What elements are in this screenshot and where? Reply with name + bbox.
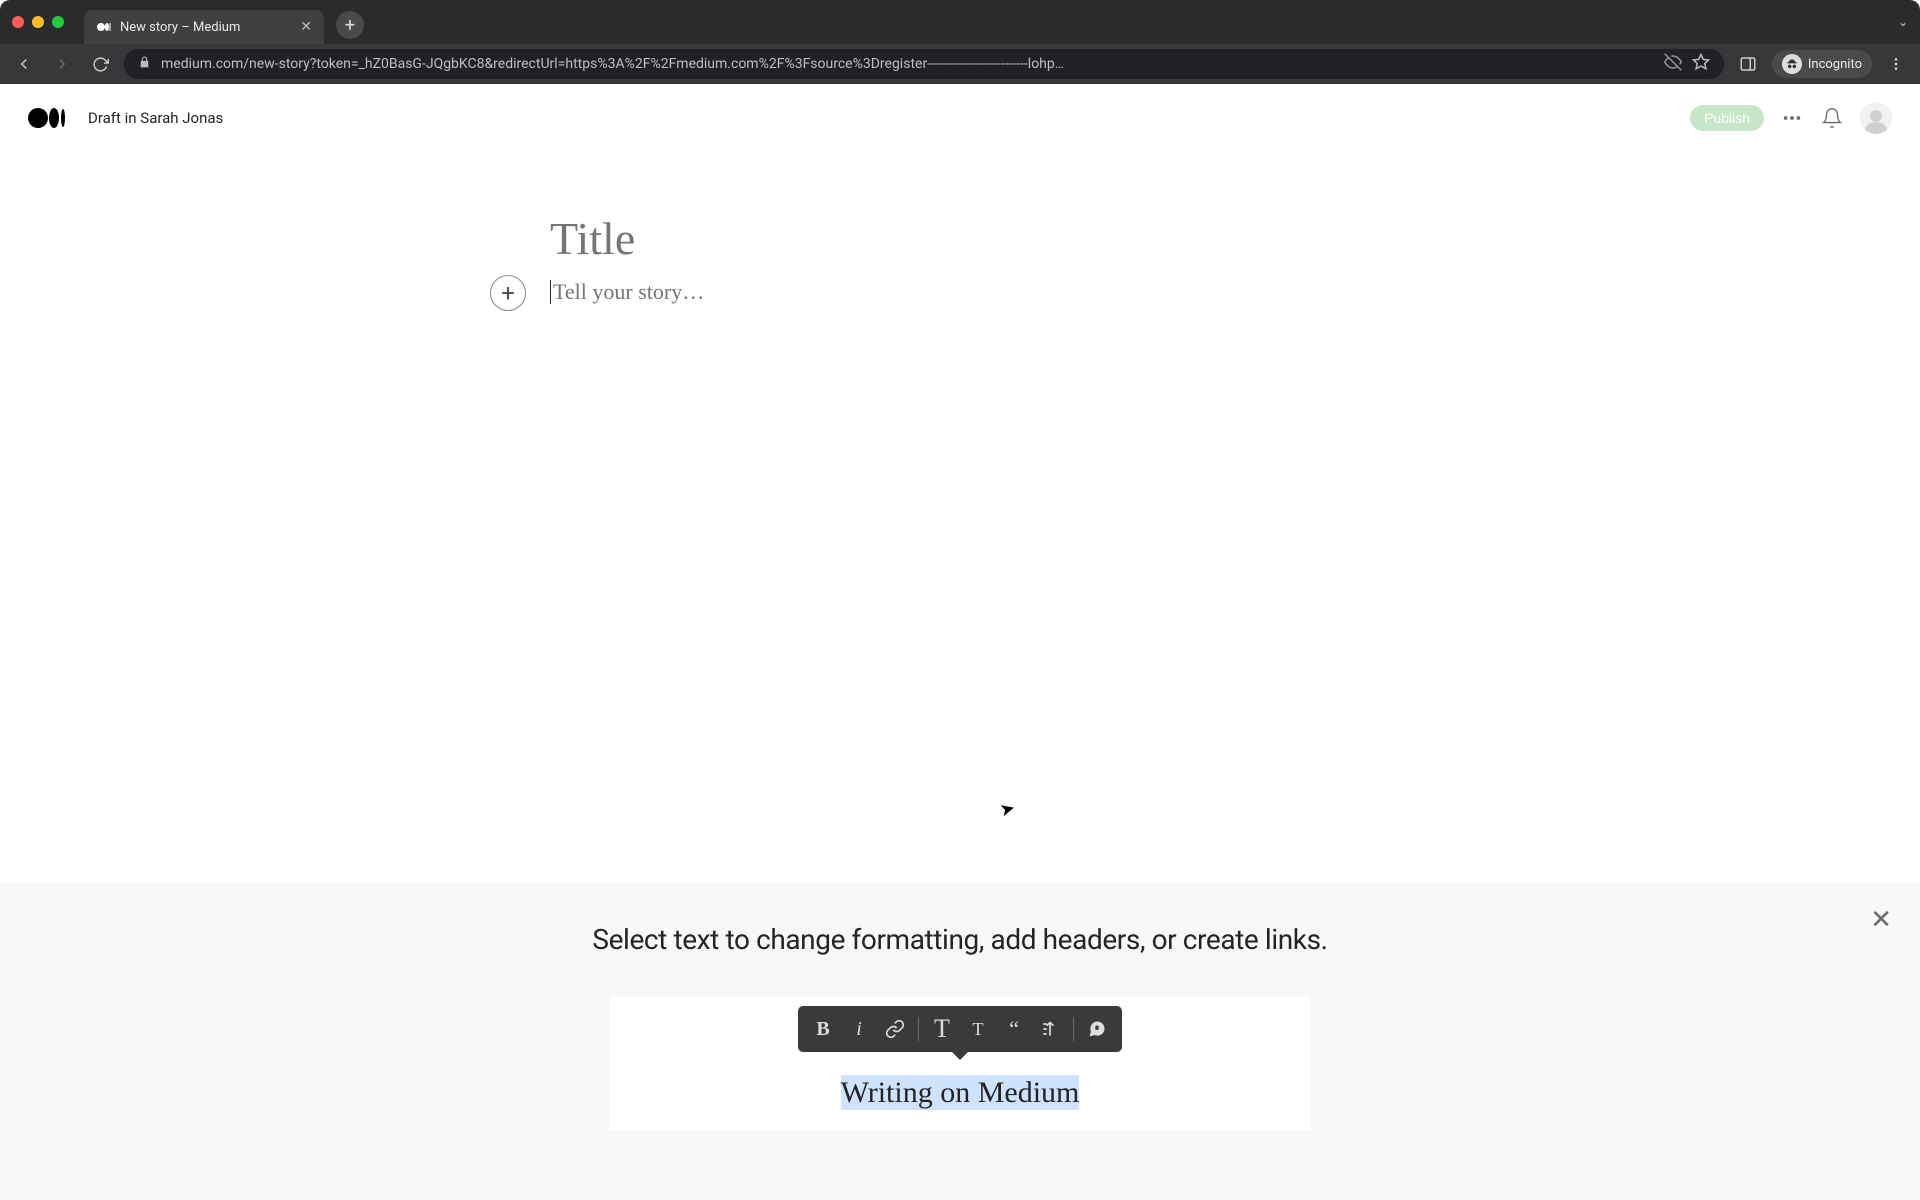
incognito-indicator[interactable]: Incognito <box>1772 50 1872 78</box>
browser-menu-icon[interactable] <box>1882 50 1910 78</box>
toolbar-separator <box>918 1017 919 1041</box>
toolbar-separator <box>1073 1017 1074 1041</box>
tab-favicon <box>96 19 112 35</box>
editor: + <box>550 212 1370 305</box>
tabs-dropdown-icon[interactable]: ⌄ <box>1898 15 1908 29</box>
body-input[interactable] <box>553 279 1370 305</box>
address-bar[interactable]: medium.com/new-story?token=_hZ0BasG-JQgb… <box>124 49 1724 79</box>
browser-toolbar: medium.com/new-story?token=_hZ0BasG-JQgb… <box>0 44 1920 84</box>
text-style-button[interactable] <box>1033 1012 1067 1046</box>
more-menu-icon[interactable] <box>1780 106 1804 130</box>
incognito-icon <box>1782 54 1802 74</box>
text-caret <box>550 280 551 304</box>
tab-title: New story – Medium <box>120 20 292 35</box>
tab-close-icon[interactable]: ✕ <box>300 19 312 35</box>
italic-button[interactable]: i <box>842 1012 876 1046</box>
mouse-cursor-icon: ➤ <box>998 797 1018 821</box>
window-minimize[interactable] <box>32 16 44 28</box>
quote-button[interactable]: “ <box>997 1012 1031 1046</box>
medium-logo[interactable] <box>28 106 72 130</box>
app-header: Draft in Sarah Jonas Publish <box>0 84 1920 152</box>
forward-button[interactable] <box>48 50 76 78</box>
window-controls <box>12 16 64 28</box>
tip-demo-card: B i T T “ Writin <box>610 996 1310 1130</box>
publish-button[interactable]: Publish <box>1690 105 1764 131</box>
window-close[interactable] <box>12 16 24 28</box>
new-tab-button[interactable]: + <box>336 11 364 39</box>
private-note-button[interactable] <box>1080 1012 1114 1046</box>
tip-panel: ✕ Select text to change formatting, add … <box>0 883 1920 1200</box>
page-content: Draft in Sarah Jonas Publish + ➤ ✕ Selec… <box>0 84 1920 1200</box>
add-content-button[interactable]: + <box>490 275 526 311</box>
url-text: medium.com/new-story?token=_hZ0BasG-JQgb… <box>161 56 1654 72</box>
eye-off-icon[interactable] <box>1664 53 1682 75</box>
browser-tab[interactable]: New story – Medium ✕ <box>84 10 324 44</box>
draft-status: Draft in Sarah Jonas <box>88 109 223 127</box>
small-heading-button[interactable]: T <box>961 1012 995 1046</box>
link-button[interactable] <box>878 1012 912 1046</box>
tip-close-button[interactable]: ✕ <box>1870 905 1892 935</box>
large-heading-button[interactable]: T <box>925 1012 959 1046</box>
back-button[interactable] <box>10 50 38 78</box>
format-toolbar: B i T T “ <box>798 1006 1122 1052</box>
lock-icon <box>138 56 151 73</box>
notifications-icon[interactable] <box>1820 106 1844 130</box>
reload-button[interactable] <box>86 50 114 78</box>
browser-tab-strip: New story – Medium ✕ + ⌄ <box>0 0 1920 44</box>
window-maximize[interactable] <box>52 16 64 28</box>
bold-button[interactable]: B <box>806 1012 840 1046</box>
star-icon[interactable] <box>1692 53 1710 75</box>
avatar[interactable] <box>1860 102 1892 134</box>
side-panel-icon[interactable] <box>1734 50 1762 78</box>
title-input[interactable] <box>550 212 1370 265</box>
incognito-label: Incognito <box>1808 57 1862 72</box>
tip-demo-text: Writing on Medium <box>610 1076 1310 1110</box>
tip-message: Select text to change formatting, add he… <box>0 923 1920 956</box>
